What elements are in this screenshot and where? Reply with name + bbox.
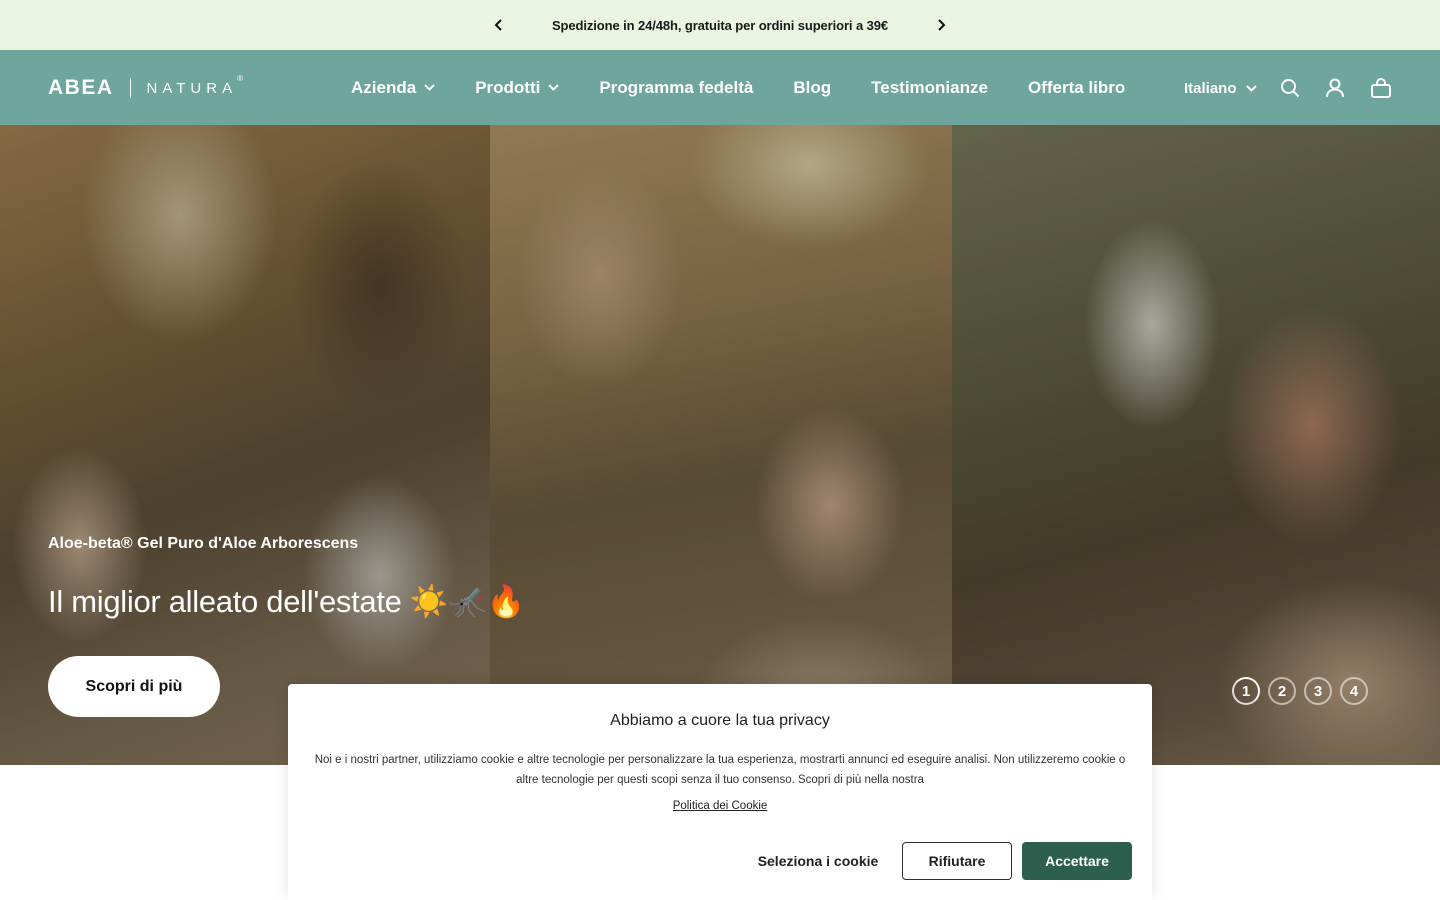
hero-headline: Il miglior alleato dell'estate ☀️🦟🔥: [48, 584, 525, 619]
account-button[interactable]: [1323, 76, 1347, 100]
announcement-bar: Spedizione in 24/48h, gratuita per ordin…: [0, 0, 1440, 50]
cookie-description: Noi e i nostri partner, utilizziamo cook…: [314, 754, 1126, 786]
nav-item-prodotti[interactable]: Prodotti: [475, 77, 560, 98]
nav-item-offerta-libro[interactable]: Offerta libro: [1028, 78, 1125, 98]
announcement-prev-button[interactable]: [487, 13, 511, 37]
nav-item-azienda[interactable]: Azienda: [351, 78, 435, 98]
language-label: Italiano: [1184, 79, 1237, 97]
language-selector[interactable]: Italiano: [1184, 77, 1257, 99]
logo-divider: [129, 78, 131, 98]
logo[interactable]: ABEA NATURA®: [48, 74, 243, 100]
cookie-title: Abbiamo a cuore la tua privacy: [610, 712, 830, 729]
hero-overlay: [0, 125, 1440, 765]
nav-item-label: Programma fedeltà: [599, 77, 754, 97]
nav-item-programma-fedelta[interactable]: Programma fedeltà: [599, 78, 753, 98]
cookie-consent-dialog: Abbiamo a cuore la tua privacy Noi e i n…: [288, 684, 1152, 900]
slide-dot-1[interactable]: 1: [1232, 677, 1260, 705]
select-cookies-button[interactable]: Seleziona i cookie: [746, 842, 890, 880]
site-header: ABEA NATURA® Azienda Prodotti Programma …: [0, 50, 1440, 125]
nav-item-label: Azienda: [351, 77, 417, 97]
main-nav: Azienda Prodotti Programma fedeltà Blog …: [351, 50, 1165, 125]
cookie-policy-link[interactable]: Politica dei Cookie: [673, 800, 768, 812]
slide-dot-3[interactable]: 3: [1304, 677, 1332, 705]
hero-eyebrow: Aloe-beta® Gel Puro d'Aloe Arborescens: [48, 535, 359, 552]
logo-brand-secondary: NATURA®: [146, 74, 243, 97]
nav-item-blog[interactable]: Blog: [793, 78, 831, 98]
chevron-down-icon: [1245, 84, 1257, 92]
announcement-text: Spedizione in 24/48h, gratuita per ordin…: [551, 17, 888, 33]
cart-button[interactable]: [1369, 76, 1393, 100]
slide-pagination: 1 2 3 4: [1232, 677, 1376, 705]
chevron-down-icon: [548, 84, 560, 91]
slide-dot-4[interactable]: 4: [1340, 677, 1368, 705]
logo-brand-primary: ABEA: [48, 76, 114, 99]
nav-item-label: Prodotti: [475, 77, 541, 97]
hero-cta-button[interactable]: Scopri di più: [48, 656, 220, 717]
announcement-next-button[interactable]: [929, 13, 953, 37]
nav-item-label: Testimonianze: [871, 77, 988, 97]
search-button[interactable]: [1278, 76, 1302, 100]
nav-item-label: Offerta libro: [1027, 77, 1126, 97]
chevron-down-icon: [424, 84, 435, 91]
cookie-policy-row: Politica dei Cookie: [288, 800, 1152, 812]
search-icon: [1281, 79, 1300, 98]
chevron-right-icon: [938, 19, 946, 31]
accept-cookies-button[interactable]: Accettare: [1022, 842, 1132, 880]
hero-slideshow: Aloe-beta® Gel Puro d'Aloe Arborescens I…: [0, 125, 1440, 765]
logo-brand-secondary-text: NATURA: [146, 79, 238, 97]
logo-registered-mark: ®: [237, 73, 243, 83]
slide-dot-2[interactable]: 2: [1268, 677, 1296, 705]
cart-icon: [1371, 78, 1391, 98]
nav-item-label: Blog: [793, 77, 832, 97]
nav-item-testimonianze[interactable]: Testimonianze: [871, 78, 988, 98]
reject-cookies-button[interactable]: Rifiutare: [902, 842, 1012, 880]
account-icon: [1326, 78, 1344, 98]
chevron-left-icon: [494, 19, 502, 31]
